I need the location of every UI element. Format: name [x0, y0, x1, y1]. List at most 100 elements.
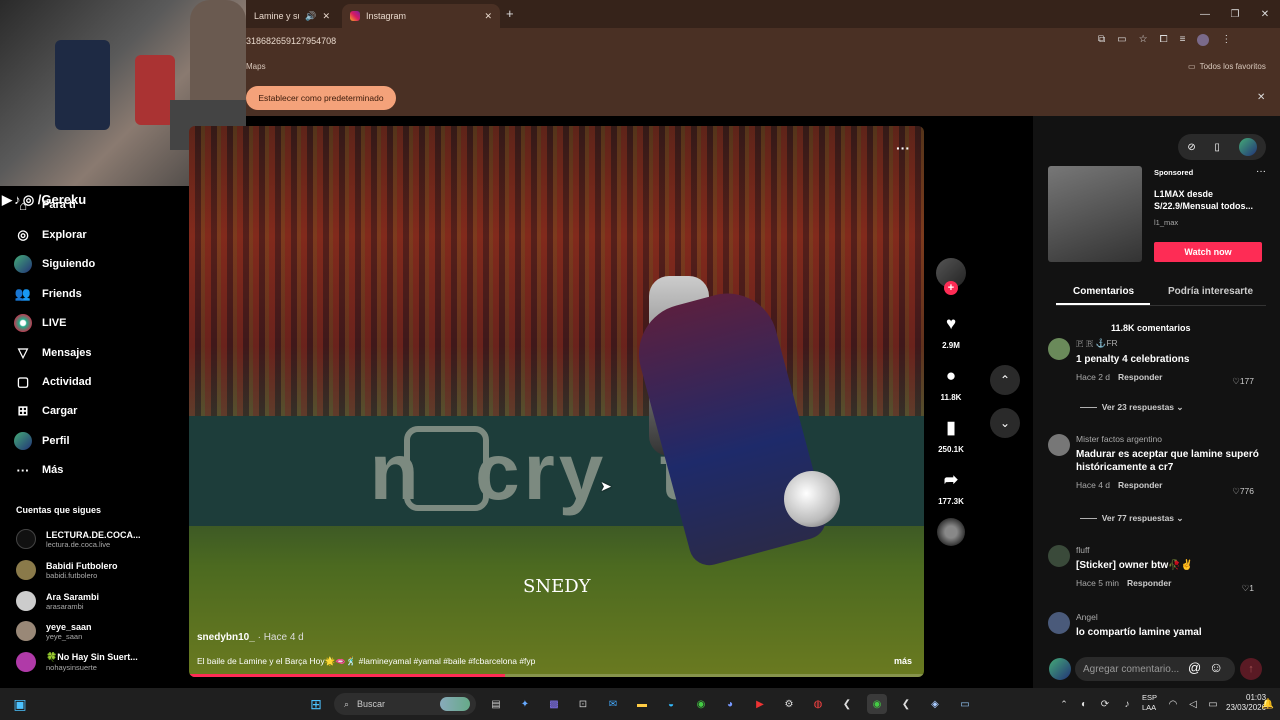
steam-icon[interactable]: ◈ [925, 694, 945, 714]
comment-button[interactable]: ● 11.8K [936, 362, 966, 402]
send-comment-button[interactable]: ↑ [1240, 658, 1262, 680]
new-tab-button[interactable]: + [506, 6, 514, 21]
language-indicator[interactable]: ESP LAA [1142, 693, 1157, 713]
reply-button[interactable]: Responder [1127, 578, 1171, 588]
watch-now-button[interactable]: Watch now [1154, 242, 1262, 262]
creator-avatar-button[interactable]: + [936, 258, 966, 295]
account-item[interactable]: LECTURA.DE.COCA... lectura.de.coca.live [16, 527, 141, 551]
sidebar-item-friends[interactable]: 👥 Friends [14, 283, 82, 305]
all-favorites[interactable]: ▭ Todos los favoritos [1188, 62, 1266, 71]
monitor-icon[interactable]: ▭ [955, 694, 975, 714]
sidebar-item-mas[interactable]: ··· Más [14, 459, 64, 481]
windows-widget-icon[interactable]: ▣ [10, 694, 30, 714]
reply-button[interactable]: Responder [1118, 372, 1162, 382]
sidebar-item-live[interactable]: LIVE [14, 312, 66, 334]
teams-icon[interactable]: ▩ [544, 694, 564, 714]
tab-instagram[interactable]: Instagram ✕ [342, 4, 500, 28]
comment-user[interactable]: fluff [1076, 545, 1262, 555]
copilot-icon[interactable]: ✦ [515, 694, 535, 714]
outlook-icon[interactable]: ✉ [603, 694, 623, 714]
previous-video-button[interactable]: ⌃ [990, 365, 1020, 395]
share-button[interactable]: ➦ 177.3K [936, 466, 966, 506]
sidebar-item-cargar[interactable]: ⊞ Cargar [14, 400, 78, 422]
cast-icon[interactable]: ▭ [1117, 34, 1126, 46]
explorer-icon[interactable]: ▬ [632, 694, 652, 714]
tray-app-icon[interactable]: ◐ [1074, 694, 1094, 714]
set-default-button[interactable]: Establecer como predeterminado [246, 86, 396, 110]
reading-list-icon[interactable]: ≡ [1180, 34, 1186, 46]
app-icon[interactable]: ⚙ [779, 694, 799, 714]
edge-icon[interactable]: ◒ [661, 694, 681, 714]
maximize-button[interactable]: ❐ [1220, 4, 1250, 24]
account-item[interactable]: Babidi Futbolero babidi.futbolero [16, 558, 118, 582]
minimize-button[interactable]: — [1190, 4, 1220, 24]
extensions-icon[interactable]: ⧠ [1160, 34, 1168, 46]
avatar[interactable] [1048, 545, 1070, 567]
sidebar-item-para-ti[interactable]: ⌂ Para ti [14, 194, 76, 216]
tab-comments[interactable]: Comentarios [1073, 286, 1134, 297]
sidebar-item-mensajes[interactable]: ▽ Mensajes [14, 342, 92, 364]
close-icon[interactable]: ✕ [322, 11, 330, 22]
tray-sync-icon[interactable]: ⟳ [1095, 694, 1115, 714]
avatar[interactable] [1048, 338, 1070, 360]
account-item[interactable]: 🍀No Hay Sin Suert... nohaysinsuerte [16, 650, 138, 674]
infobar-close-icon[interactable]: ✕ [1257, 92, 1265, 103]
view-replies-button[interactable]: —— Ver 77 respuestas ⌄ [1080, 513, 1184, 524]
phone-icon[interactable]: ▯ [1214, 142, 1220, 153]
video-progress-bar[interactable] [189, 674, 924, 677]
comment-user[interactable]: Mister factos argentino [1076, 434, 1262, 444]
like-button[interactable]: ♥ 2.9M [936, 310, 966, 350]
avatar[interactable] [1048, 434, 1070, 456]
wifi-icon[interactable]: ◠ [1163, 694, 1183, 714]
media-icon[interactable]: ▶ [750, 694, 770, 714]
back-app-icon[interactable]: ❮ [837, 694, 857, 714]
recorder-icon[interactable]: ◍ [808, 694, 828, 714]
star-icon[interactable]: ☆ [1139, 34, 1148, 46]
comment-user[interactable]: Angel [1076, 612, 1262, 622]
follow-plus-icon[interactable]: + [944, 281, 958, 295]
chrome-icon[interactable]: ◉ [691, 694, 711, 714]
account-item[interactable]: yeye_saan yeye_saan [16, 619, 92, 643]
volume-icon[interactable]: ◁ [1183, 694, 1203, 714]
caption-more-link[interactable]: más [894, 656, 912, 666]
chrome-active-icon[interactable]: ◉ [867, 694, 887, 714]
discord-icon[interactable]: ◕ [720, 694, 740, 714]
tab-lamine[interactable]: Lamine y su celebración 🔊 ✕ [246, 4, 338, 28]
account-item[interactable]: Ara Sarambi arasarambi [16, 589, 99, 613]
notifications-icon[interactable]: 🔔 [1258, 694, 1278, 714]
start-icon[interactable]: ⊞ [306, 694, 326, 714]
task-view-icon[interactable]: ▤ [486, 694, 506, 714]
sidebar-item-perfil[interactable]: Perfil [14, 430, 70, 452]
emoji-icon[interactable]: ☺ [1209, 659, 1223, 675]
microphone-icon[interactable]: ♪ [1117, 694, 1137, 714]
close-icon[interactable]: ✕ [484, 11, 492, 22]
bookmark-maps[interactable]: Maps [246, 62, 266, 71]
taskbar-search[interactable]: ⌕ Buscar [334, 693, 476, 715]
sidebar-item-siguiendo[interactable]: Siguiendo [14, 253, 95, 275]
url-field[interactable]: 31868265912795470​8 [246, 36, 336, 46]
view-replies-button[interactable]: —— Ver 23 respuestas ⌄ [1080, 402, 1184, 413]
translate-icon[interactable]: ⧉ [1098, 34, 1105, 46]
save-button[interactable]: ▮ 250.1K [936, 414, 966, 454]
user-avatar[interactable] [1238, 138, 1257, 156]
comment-like[interactable]: ♡1 [1242, 583, 1254, 594]
store-icon[interactable]: ⊡ [573, 694, 593, 714]
reply-button[interactable]: Responder [1118, 480, 1162, 490]
profile-icon[interactable] [1197, 34, 1210, 46]
sidebar-item-explorar[interactable]: ◎ Explorar [14, 224, 86, 246]
ad-more-icon[interactable]: ··· [1256, 166, 1266, 177]
sidebar-item-actividad[interactable]: ▢ Actividad [14, 371, 92, 393]
sponsored-ad[interactable]: Sponsored ··· L1MAX desde S/22.9/Mensual… [1048, 166, 1266, 266]
battery-icon[interactable]: ▭ [1203, 694, 1223, 714]
close-window-button[interactable]: ✕ [1250, 4, 1280, 24]
author-name[interactable]: snedybn10_ [197, 632, 255, 643]
sound-disc-button[interactable] [936, 518, 966, 546]
tab-interest[interactable]: Podría interesarte [1168, 286, 1253, 297]
more-options-icon[interactable]: ··· [896, 140, 910, 156]
mention-icon[interactable]: @ [1188, 660, 1201, 675]
tray-chevron-icon[interactable]: ⌃ [1054, 694, 1074, 714]
video-player[interactable]: n cry to ··· SNEDY snedybn10_ · Hace 4 d… [189, 126, 924, 677]
coin-icon[interactable]: ⊘ [1187, 142, 1195, 153]
avatar[interactable] [1048, 612, 1070, 634]
mute-icon[interactable]: 🔊 [305, 11, 316, 22]
